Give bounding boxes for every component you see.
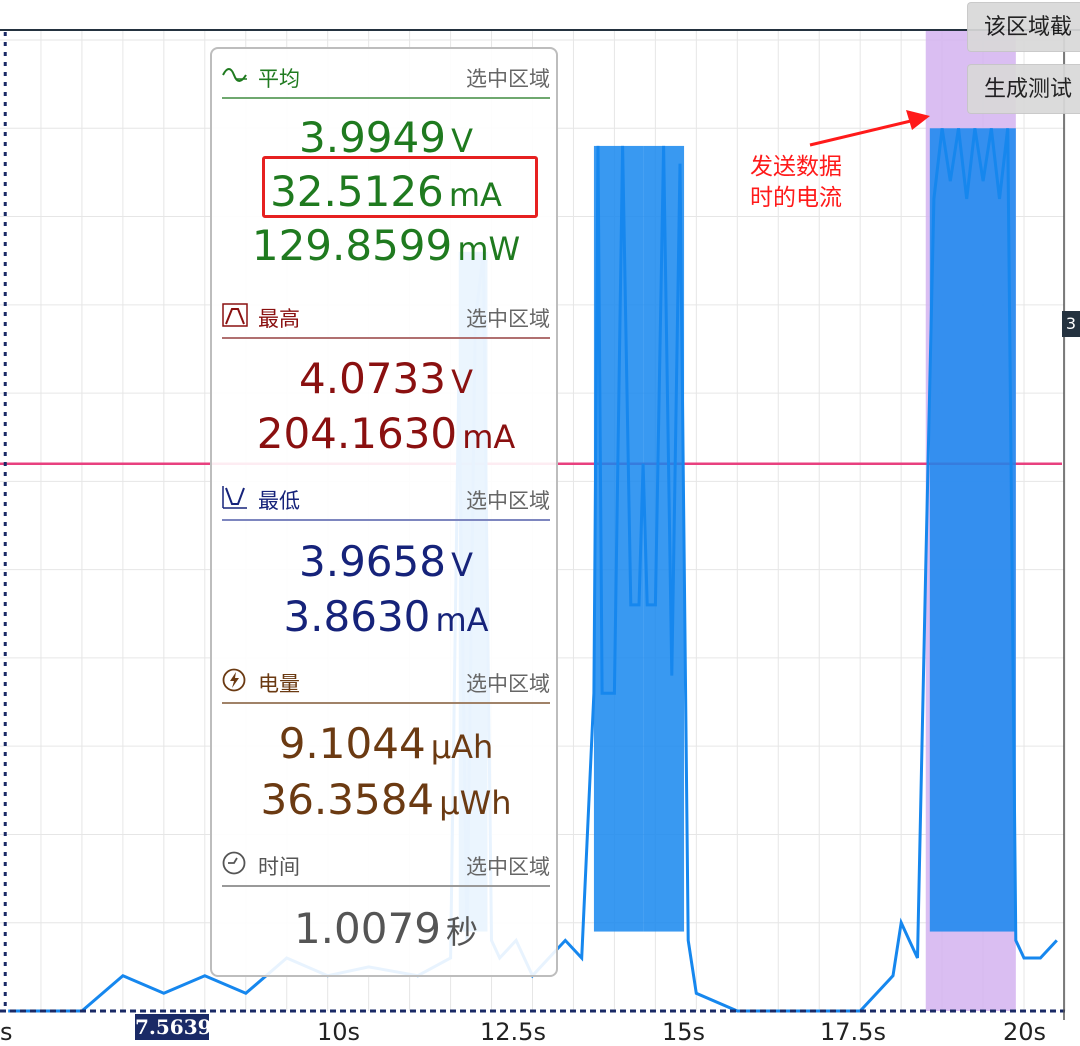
current-burst-region — [929, 128, 1016, 932]
time-header[interactable]: 时间 选中区域 — [222, 847, 550, 881]
energy-energy: 36.3584 μWh — [260, 775, 512, 824]
x-tick-label: 12.5s — [480, 1018, 546, 1046]
max-current: 204.1630 mA — [256, 409, 516, 458]
time-duration: 1.0079 秒 — [293, 904, 479, 953]
annotation-line: 时的电流 — [750, 185, 842, 211]
x-tick-label: 10s — [317, 1018, 361, 1046]
average-wave-icon — [222, 63, 248, 87]
max-peak-icon — [222, 303, 248, 327]
average-header[interactable]: 平均 选中区域 — [222, 59, 550, 93]
energy-scope: 选中区域 — [466, 672, 550, 696]
statistics-panel[interactable]: 平均 选中区域 3.9949 V 32.5126 mA 129.8599 mW … — [210, 47, 558, 977]
energy-divider — [222, 702, 550, 704]
time-divider — [222, 885, 550, 887]
x-tick-label: 20s — [1003, 1018, 1047, 1046]
min-title: 最低 — [258, 489, 300, 513]
min-header[interactable]: 最低 选中区域 — [222, 481, 550, 515]
energy-header[interactable]: 电量 选中区域 — [222, 664, 550, 698]
energy-title: 电量 — [258, 672, 300, 696]
generate-report-button[interactable]: 生成测试 — [967, 64, 1080, 114]
x-tick-label: 17.5s — [820, 1018, 886, 1046]
x-tick-label: s — [0, 1018, 13, 1046]
time-scope: 选中区域 — [466, 855, 550, 879]
min-current: 3.8630 mA — [283, 592, 489, 641]
average-scope: 选中区域 — [466, 67, 550, 91]
time-title: 时间 — [258, 855, 300, 879]
max-divider — [222, 337, 550, 339]
region-screenshot-button[interactable]: 该区域截 — [967, 2, 1080, 52]
min-voltage: 3.9658 V — [299, 537, 473, 586]
max-scope: 选中区域 — [466, 307, 550, 331]
current-highlight-box — [262, 156, 538, 218]
average-divider — [222, 97, 550, 99]
average-voltage: 3.9949 V — [299, 113, 473, 162]
threshold-marker-label[interactable]: 3 — [1062, 311, 1080, 337]
cursor-time-label[interactable]: 7.5639 — [135, 1014, 212, 1040]
x-tick-label: 15s — [662, 1018, 706, 1046]
annotation-line: 发送数据 — [750, 154, 842, 180]
annotation-arrow — [809, 110, 930, 147]
annotation-text: 发送数据 时的电流 — [750, 152, 890, 214]
min-scope: 选中区域 — [466, 489, 550, 513]
clock-icon — [222, 851, 248, 875]
average-power: 129.8599 mW — [251, 221, 521, 270]
average-title: 平均 — [258, 67, 300, 91]
lightning-icon — [222, 668, 248, 692]
min-valley-icon — [222, 485, 248, 509]
energy-charge: 9.1044 μAh — [278, 719, 494, 768]
max-voltage: 4.0733 V — [299, 354, 473, 403]
max-header[interactable]: 最高 选中区域 — [222, 299, 550, 333]
max-title: 最高 — [258, 307, 300, 331]
min-divider — [222, 519, 550, 521]
